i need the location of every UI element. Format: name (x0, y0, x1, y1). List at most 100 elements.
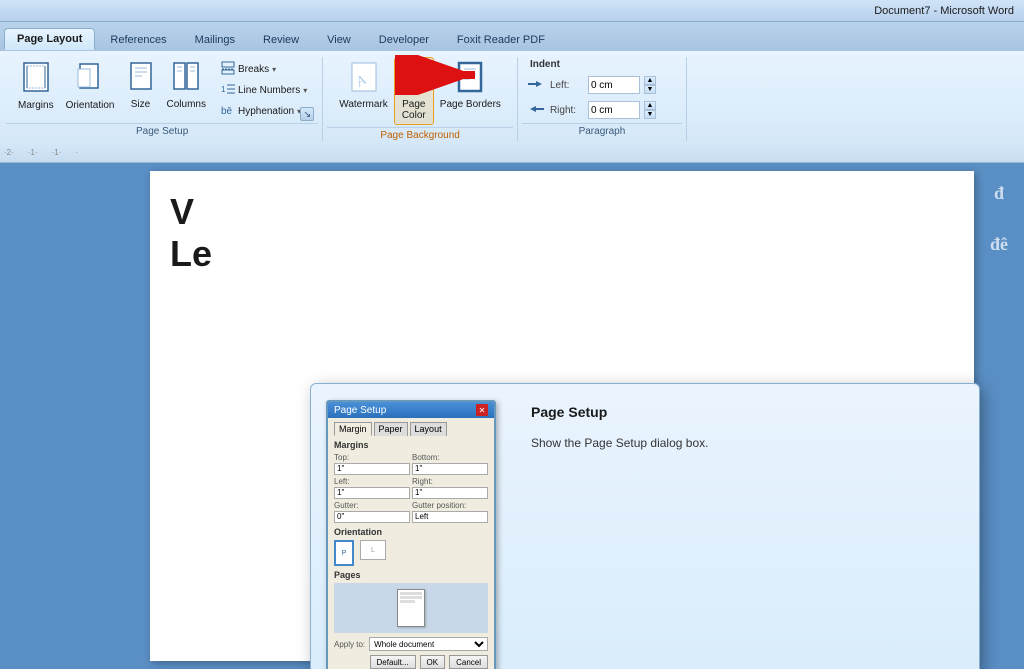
stacked-group: Breaks ▾ 1 Line Numbers ▾ bē Hyphenation… (216, 59, 312, 121)
indent-right-icon (528, 103, 544, 118)
tab-developer[interactable]: Developer (366, 28, 442, 50)
hyphenation-icon: bē (221, 103, 235, 120)
tab-references[interactable]: References (97, 28, 179, 50)
document-area: V Le uantrimeng đ đê Page Setup ✕ (0, 163, 1024, 669)
tab-review[interactable]: Review (250, 28, 312, 50)
right-text-2: đê (974, 234, 1024, 255)
mini-dialog-content: Margin Paper Layout Margins Top: 1" Bott… (328, 418, 494, 669)
line-numbers-button[interactable]: 1 Line Numbers ▾ (216, 80, 312, 100)
doc-text-2: Le (170, 233, 954, 275)
mini-tab-layout[interactable]: Layout (410, 422, 447, 436)
ruler-area: ·2· ·1· ·1· · (0, 143, 1024, 163)
mini-field-bottom: Bottom: 1" (412, 453, 488, 475)
mini-tab-margin[interactable]: Margin (334, 422, 372, 436)
group-page-setup: Margins Orientation Size Columns (6, 55, 318, 143)
popup-image-side: Page Setup ✕ Margin Paper Layout Margins… (311, 384, 511, 669)
popup-text-side: Page Setup Show the Page Setup dialog bo… (511, 384, 979, 669)
mini-field-right: Right: 1" (412, 477, 488, 499)
mini-section-pages: Pages (334, 570, 488, 580)
spin-right-up[interactable]: ▲ (644, 101, 656, 110)
margins-label: Margins (18, 100, 54, 111)
popup-description: Show the Page Setup dialog box. (531, 434, 708, 452)
mini-field-left: Left: 1" (334, 477, 410, 499)
title-bar-text: Document7 - Microsoft Word (874, 5, 1014, 17)
divider-2 (517, 57, 518, 141)
mini-input-right[interactable]: 1" (412, 487, 488, 499)
page-setup-launcher-button[interactable]: ↘ (300, 107, 314, 121)
spin-right-down[interactable]: ▼ (644, 110, 656, 119)
mini-portrait-button[interactable]: P (334, 540, 354, 566)
tab-mailings[interactable]: Mailings (182, 28, 248, 50)
indent-right-label: Right: (550, 105, 584, 116)
popup-text-block: Page Setup Show the Page Setup dialog bo… (531, 404, 708, 452)
ribbon-tab-bar: Page Layout References Mailings Review V… (0, 22, 1024, 50)
indent-left-input[interactable]: 0 cm (588, 76, 640, 94)
mini-ok-button[interactable]: OK (420, 655, 446, 669)
mini-input-gutter[interactable]: 0" (334, 511, 410, 523)
tab-page-layout[interactable]: Page Layout (4, 28, 95, 50)
size-button[interactable]: Size (121, 57, 161, 114)
mini-footer: Default... OK Cancel (334, 655, 488, 669)
mini-tab-paper[interactable]: Paper (374, 422, 408, 436)
mini-apply-row: Apply to: Whole document (334, 637, 488, 651)
indent-left-row: Left: 0 cm ▲ ▼ (528, 74, 656, 96)
popup-title: Page Setup (531, 404, 708, 420)
page-background-group-label: Page Background (327, 127, 513, 143)
page-borders-label: Page Borders (440, 99, 501, 110)
breaks-label: Breaks (238, 64, 269, 75)
mini-input-gutter-pos[interactable]: Left (412, 511, 488, 523)
orientation-label: Orientation (66, 100, 115, 111)
size-label: Size (131, 99, 150, 110)
svg-text:bē: bē (221, 106, 233, 117)
mini-section-margins: Margins (334, 440, 488, 450)
red-arrow (390, 55, 490, 95)
margins-button[interactable]: Margins (12, 57, 60, 115)
mini-input-top[interactable]: 1" (334, 463, 410, 475)
left-margin (0, 163, 150, 669)
indent-left-icon (528, 78, 544, 93)
breaks-icon (221, 61, 235, 78)
tab-view[interactable]: View (314, 28, 364, 50)
indent-right-spinner[interactable]: ▲ ▼ (644, 101, 656, 119)
mini-dialog-title: Page Setup ✕ (328, 402, 494, 418)
tab-foxit[interactable]: Foxit Reader PDF (444, 28, 558, 50)
title-bar: Document7 - Microsoft Word (0, 0, 1024, 22)
mini-grid-margins: Top: 1" Bottom: 1" Left: 1" Right: (334, 453, 488, 523)
right-margin: đ đê (974, 163, 1024, 669)
divider-3 (686, 57, 687, 141)
margins-icon (22, 61, 50, 98)
mini-pages-preview (334, 583, 488, 633)
indent-left-spinner[interactable]: ▲ ▼ (644, 76, 656, 94)
hyphenation-button[interactable]: bē Hyphenation ▾ (216, 101, 312, 121)
mini-apply-select[interactable]: Whole document (369, 637, 488, 651)
mini-dialog-close[interactable]: ✕ (476, 404, 488, 416)
right-text-1: đ (974, 183, 1024, 204)
mini-orientation-buttons: P L (334, 540, 488, 566)
columns-button[interactable]: Columns (161, 57, 212, 114)
mini-input-left[interactable]: 1" (334, 487, 410, 499)
columns-icon (173, 61, 199, 97)
mini-dialog-tabs: Margin Paper Layout (334, 422, 488, 436)
svg-text:1: 1 (221, 85, 226, 94)
mini-landscape-button[interactable]: L (360, 540, 386, 560)
line-numbers-label: Line Numbers (238, 85, 300, 96)
watermark-label: Watermark (339, 99, 388, 110)
columns-label: Columns (167, 99, 206, 110)
breaks-button[interactable]: Breaks ▾ (216, 59, 312, 79)
line-numbers-icon: 1 (221, 82, 235, 99)
spin-down[interactable]: ▼ (644, 85, 656, 94)
mini-field-gutter: Gutter: 0" (334, 501, 410, 523)
mini-input-bottom[interactable]: 1" (412, 463, 488, 475)
spin-up[interactable]: ▲ (644, 76, 656, 85)
orientation-icon (76, 61, 104, 98)
mini-default-button[interactable]: Default... (370, 655, 416, 669)
watermark-button[interactable]: A Watermark (333, 57, 394, 114)
orientation-button[interactable]: Orientation (60, 57, 121, 115)
page-setup-group-label: Page Setup (6, 123, 318, 139)
line-numbers-dropdown: ▾ (303, 86, 307, 95)
divider-1 (322, 57, 323, 141)
page-color-label: PageColor (402, 99, 426, 121)
mini-section-orientation: Orientation (334, 527, 488, 537)
indent-right-input[interactable]: 0 cm (588, 101, 640, 119)
mini-cancel-button[interactable]: Cancel (449, 655, 488, 669)
